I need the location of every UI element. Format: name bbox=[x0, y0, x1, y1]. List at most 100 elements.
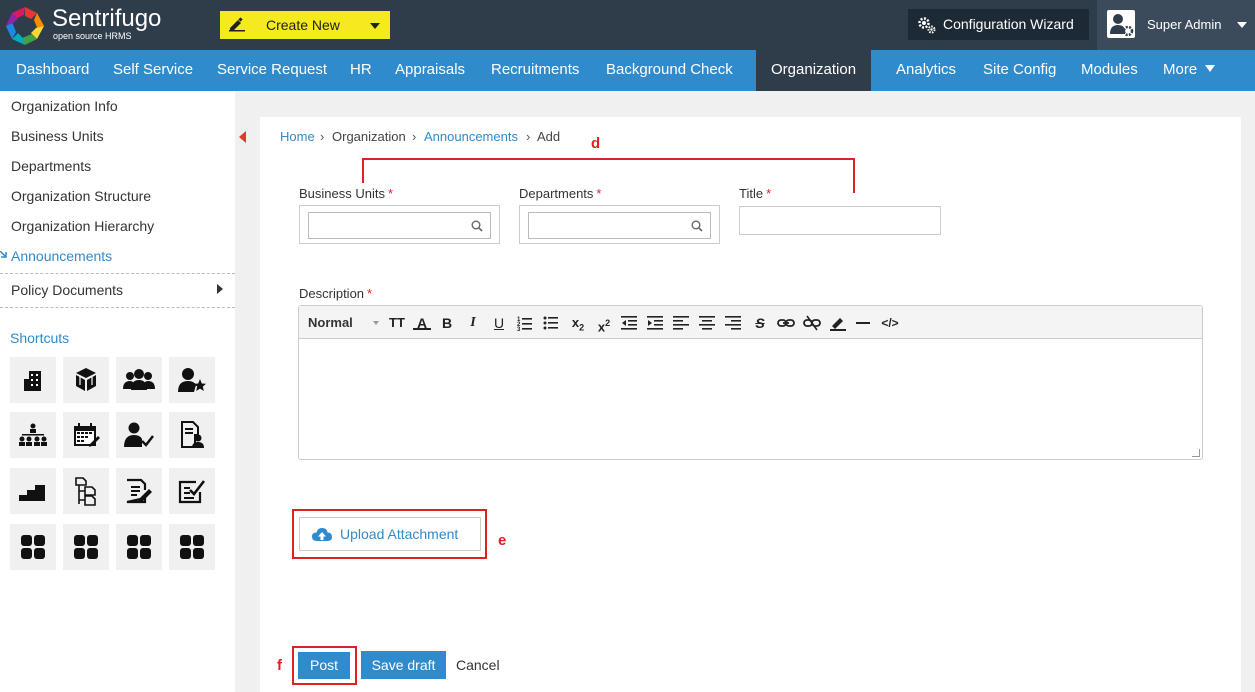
highlight-icon[interactable] bbox=[829, 314, 847, 332]
italic-icon[interactable]: I bbox=[465, 314, 481, 332]
link-icon[interactable] bbox=[777, 314, 795, 332]
horizontal-rule-icon[interactable] bbox=[855, 314, 871, 332]
arrow-right-down-icon bbox=[0, 251, 7, 258]
resize-handle-icon[interactable] bbox=[1192, 449, 1200, 457]
required-mark: * bbox=[766, 186, 772, 201]
bullet-list-icon[interactable] bbox=[543, 314, 559, 332]
sidebar-item-policy-documents[interactable]: Policy Documents bbox=[11, 282, 123, 298]
sidebar-item-business-units[interactable]: Business Units bbox=[11, 128, 104, 144]
search-icon bbox=[471, 220, 483, 232]
strikethrough-icon[interactable]: S bbox=[751, 314, 769, 332]
create-new-button[interactable]: Create New bbox=[220, 11, 390, 39]
indent-icon[interactable] bbox=[647, 314, 663, 332]
shortcut-tree-docs[interactable] bbox=[63, 468, 109, 514]
sidebar-item-departments[interactable]: Departments bbox=[11, 158, 91, 174]
breadcrumb-separator: › bbox=[412, 129, 417, 144]
ordered-list-icon[interactable]: 123 bbox=[517, 314, 533, 332]
title-input[interactable] bbox=[739, 206, 941, 235]
nav-item-recruitments[interactable]: Recruitments bbox=[491, 50, 579, 91]
user-menu[interactable]: Super Admin bbox=[1097, 0, 1255, 50]
shortcut-stairs[interactable] bbox=[10, 468, 56, 514]
title-label-text: Title bbox=[739, 186, 764, 201]
shortcut-document-user[interactable] bbox=[169, 412, 215, 458]
gears-icon bbox=[918, 17, 936, 34]
chevron-down-icon bbox=[1205, 65, 1216, 72]
shortcut-grid-4[interactable] bbox=[169, 524, 215, 570]
shortcut-calendar[interactable] bbox=[63, 412, 109, 458]
format-select[interactable]: Normal bbox=[308, 315, 353, 330]
outdent-icon[interactable] bbox=[621, 314, 637, 332]
align-center-icon[interactable] bbox=[699, 314, 715, 332]
breadcrumb-separator: › bbox=[526, 129, 531, 144]
nav-item-more[interactable]: More bbox=[1163, 50, 1216, 91]
business-units-select[interactable] bbox=[299, 205, 500, 244]
shortcut-user-star[interactable] bbox=[169, 357, 215, 403]
user-check-icon bbox=[124, 422, 154, 447]
align-right-icon[interactable] bbox=[725, 314, 741, 332]
shortcut-boxes[interactable] bbox=[63, 357, 109, 403]
shortcut-group[interactable] bbox=[116, 357, 162, 403]
top-bar: Sentrifugo open source HRMS Create New C… bbox=[0, 0, 1255, 50]
font-color-icon[interactable]: A bbox=[413, 314, 431, 331]
breadcrumb-home[interactable]: Home bbox=[280, 129, 315, 144]
sidebar-item-announcements[interactable]: Announcements bbox=[11, 248, 112, 264]
sidebar-item-organization-info[interactable]: Organization Info bbox=[11, 98, 118, 114]
breadcrumb-announcements[interactable]: Announcements bbox=[424, 129, 518, 144]
nav-item-organization[interactable]: Organization bbox=[756, 50, 872, 91]
stairs-icon bbox=[19, 485, 45, 501]
shortcut-grid-2[interactable] bbox=[63, 524, 109, 570]
breadcrumb-separator: › bbox=[320, 129, 325, 144]
group-icon bbox=[123, 369, 155, 390]
cancel-button[interactable]: Cancel bbox=[456, 657, 500, 673]
business-units-search-input[interactable] bbox=[308, 212, 491, 239]
departments-search-input[interactable] bbox=[528, 212, 711, 239]
calendar-icon bbox=[74, 423, 100, 447]
align-left-icon[interactable] bbox=[673, 314, 689, 332]
description-text-area[interactable] bbox=[299, 340, 1202, 459]
chevron-right-icon[interactable] bbox=[217, 284, 223, 294]
sidebar-divider bbox=[0, 273, 235, 274]
nav-item-hr[interactable]: HR bbox=[350, 50, 372, 91]
nav-item-appraisals[interactable]: Appraisals bbox=[395, 50, 465, 91]
superscript-icon[interactable]: x2 bbox=[595, 314, 613, 334]
nav-item-background-check[interactable]: Background Check bbox=[606, 50, 733, 91]
shortcut-document-edit[interactable] bbox=[116, 468, 162, 514]
bold-icon[interactable]: B bbox=[439, 314, 455, 332]
shortcut-checklist[interactable] bbox=[169, 468, 215, 514]
sentrifugo-logo-icon[interactable] bbox=[4, 5, 46, 47]
annotation-box-upload bbox=[292, 509, 487, 559]
grid-icon bbox=[74, 535, 98, 559]
breadcrumb-organization: Organization bbox=[332, 129, 406, 144]
nav-item-analytics[interactable]: Analytics bbox=[896, 50, 956, 91]
font-size-icon[interactable]: TT bbox=[387, 314, 407, 332]
shortcut-grid-1[interactable] bbox=[10, 524, 56, 570]
nav-item-modules[interactable]: Modules bbox=[1081, 50, 1138, 91]
sidebar-item-organization-structure[interactable]: Organization Structure bbox=[11, 188, 151, 204]
unlink-icon[interactable] bbox=[803, 314, 821, 332]
sidebar-item-organization-hierarchy[interactable]: Organization Hierarchy bbox=[11, 218, 154, 234]
required-mark: * bbox=[387, 186, 394, 201]
underline-icon[interactable]: U bbox=[491, 314, 507, 332]
nav-item-service-request[interactable]: Service Request bbox=[217, 50, 327, 91]
required-mark: * bbox=[596, 186, 602, 201]
tree-docs-icon bbox=[75, 477, 96, 506]
nav-item-site-config[interactable]: Site Config bbox=[983, 50, 1056, 91]
shortcut-grid-3[interactable] bbox=[116, 524, 162, 570]
description-label: Description * bbox=[299, 286, 372, 301]
configuration-wizard-button[interactable]: Configuration Wizard bbox=[908, 9, 1089, 40]
create-new-label: Create New bbox=[266, 17, 340, 33]
shortcut-building[interactable] bbox=[10, 357, 56, 403]
annotation-bracket-left bbox=[362, 158, 364, 183]
subscript-icon[interactable]: x2 bbox=[569, 314, 587, 333]
code-icon[interactable]: </> bbox=[879, 314, 901, 332]
nav-item-dashboard[interactable]: Dashboard bbox=[16, 50, 89, 91]
save-draft-button[interactable]: Save draft bbox=[361, 651, 446, 679]
nav-item-self-service[interactable]: Self Service bbox=[113, 50, 193, 91]
main-nav: Dashboard Self Service Service Request H… bbox=[0, 50, 1255, 91]
sidebar-collapse-arrow-icon[interactable] bbox=[239, 131, 246, 143]
chevron-down-icon bbox=[370, 23, 380, 29]
departments-select[interactable] bbox=[519, 205, 720, 244]
hierarchy-icon bbox=[19, 423, 47, 446]
shortcut-hierarchy[interactable] bbox=[10, 412, 56, 458]
shortcut-user-check[interactable] bbox=[116, 412, 162, 458]
